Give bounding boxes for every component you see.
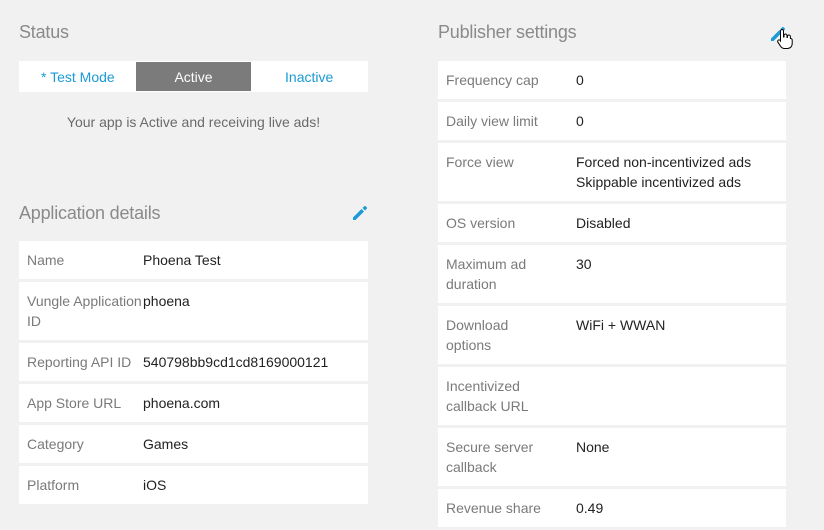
row-label: Name <box>27 252 65 268</box>
row-label: Incentivized callback URL <box>446 378 529 414</box>
row-value: phoena.com <box>143 395 221 411</box>
setting-row-download-options: Download options WiFi + WWAN <box>438 306 786 364</box>
row-label: Platform <box>27 477 80 493</box>
row-label: App Store URL <box>27 395 122 411</box>
row-value: iOS <box>143 477 167 493</box>
row-value: 30 <box>576 256 592 272</box>
detail-row-category: Category Games <box>19 425 368 463</box>
application-details-list: Name Phoena Test Vungle Application ID p… <box>19 241 368 507</box>
status-message: Your app is Active and receiving live ad… <box>66 114 321 130</box>
detail-row-app-store-url: App Store URL phoena.com <box>19 384 368 422</box>
mode-inactive-button[interactable]: Inactive <box>251 62 368 91</box>
row-value-line: Skippable incentivized ads <box>576 174 741 190</box>
row-value: 0 <box>576 113 584 129</box>
row-label: OS version <box>446 215 516 231</box>
setting-row-daily-view-limit: Daily view limit 0 <box>438 102 786 140</box>
pencil-icon[interactable] <box>351 204 369 222</box>
row-label: Secure server callback <box>446 439 534 475</box>
status-mode-selector: * Test Mode Active Inactive <box>19 61 368 92</box>
detail-row-platform: Platform iOS <box>19 466 368 504</box>
row-value: None <box>576 439 610 455</box>
row-label: Vungle Application ID <box>27 293 142 329</box>
row-value: 540798bb9cd1cd8169000121 <box>143 354 329 370</box>
row-value: Forced non-incentivized ads Skippable in… <box>576 152 751 192</box>
setting-row-force-view: Force view Forced non-incentivized ads S… <box>438 143 786 201</box>
row-value: Games <box>143 436 189 452</box>
row-label: Download options <box>446 317 509 353</box>
row-label: Reporting API ID <box>27 354 132 370</box>
mode-test-button[interactable]: * Test Mode <box>20 62 136 91</box>
row-value: 0 <box>576 72 584 88</box>
row-value: Disabled <box>576 215 631 231</box>
row-value: WiFi + WWAN <box>576 317 666 333</box>
setting-row-frequency-cap: Frequency cap 0 <box>438 61 786 99</box>
row-label: Frequency cap <box>446 72 539 88</box>
detail-row-name: Name Phoena Test <box>19 241 368 279</box>
row-value-line: Forced non-incentivized ads <box>576 154 752 170</box>
setting-row-secure-server-callback: Secure server callback None <box>438 428 786 486</box>
publisher-settings-list: Frequency cap 0 Daily view limit 0 Force… <box>438 61 786 530</box>
row-label: Daily view limit <box>446 113 538 129</box>
row-value: 0.49 <box>576 500 604 516</box>
publisher-settings-title: Publisher settings <box>438 22 577 42</box>
setting-row-incentivized-callback-url: Incentivized callback URL <box>438 367 786 425</box>
row-label: Revenue share <box>446 500 541 516</box>
setting-row-revenue-share: Revenue share 0.49 <box>438 489 786 527</box>
status-title: Status <box>19 22 69 42</box>
row-label: Category <box>27 436 84 452</box>
detail-row-reporting-api-id: Reporting API ID 540798bb9cd1cd816900012… <box>19 343 368 381</box>
row-value: phoena <box>143 293 190 309</box>
setting-row-os-version: OS version Disabled <box>438 204 786 242</box>
row-value: Phoena Test <box>143 252 221 268</box>
mode-active-button[interactable]: Active <box>135 62 252 91</box>
detail-row-application-id: Vungle Application ID phoena <box>19 282 368 340</box>
setting-row-max-ad-duration: Maximum ad duration 30 <box>438 245 786 303</box>
row-label: Force view <box>446 154 514 170</box>
row-label: Maximum ad duration <box>446 256 527 292</box>
pencil-icon[interactable] <box>769 25 787 43</box>
application-details-title: Application details <box>19 203 161 223</box>
